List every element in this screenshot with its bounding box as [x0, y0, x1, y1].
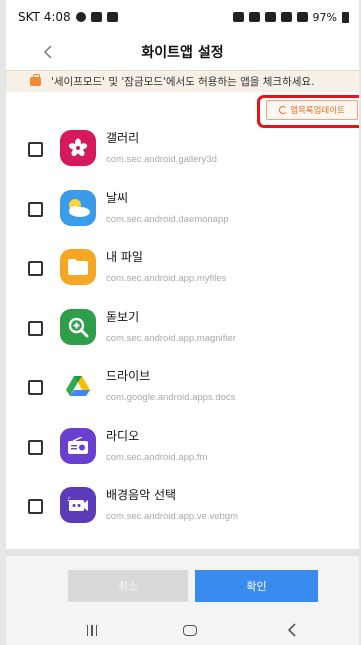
app-text: 날씨 com.sec.android.daemonapp [106, 190, 229, 227]
app-row[interactable]: 돋보기 com.sec.android.app.magnifier [6, 299, 359, 359]
app-package: com.sec.android.app.fm [106, 451, 208, 463]
radio-icon [60, 427, 96, 464]
app-text: 갤러리 com.sec.android.gallery3d [106, 130, 217, 167]
drive-icon [60, 368, 96, 404]
app-package: com.sec.android.gallery3d [106, 154, 217, 165]
briefcase-icon [30, 74, 41, 86]
status-left: SKT 4:08 [18, 10, 118, 24]
svg-text:♪: ♪ [67, 496, 71, 503]
signal-icon [296, 12, 308, 22]
battery-percent: 97% [312, 10, 337, 24]
list-divider [6, 549, 359, 556]
app-text: 드라이브 com.google.android.apps.docs [106, 368, 235, 405]
app-checkbox[interactable] [28, 439, 43, 455]
app-checkbox[interactable] [28, 320, 43, 336]
magnifier-icon [60, 308, 96, 345]
app-header: 화이트앱 설정 [6, 34, 359, 70]
bgm-icon: ♪ [60, 487, 96, 523]
app-package: com.sec.android.daemonapp [106, 213, 229, 225]
status-right: 97% [232, 10, 349, 24]
app-row[interactable]: 갤러리 com.sec.android.gallery3d [6, 120, 359, 180]
app-name: 갤러리 [106, 131, 140, 145]
notice-text: '세이프모드' 및 '잠금모드'에서도 허용하는 앱을 체크하세요. [51, 76, 315, 88]
chevron-left-icon [43, 45, 52, 59]
bottom-action-bar: 취소 확인 [6, 556, 359, 616]
app-text: 라디오 com.sec.android.app.fm [106, 428, 207, 465]
back-button[interactable] [36, 40, 60, 64]
app-row[interactable]: 라디오 com.sec.android.app.fm [6, 418, 359, 478]
app-checkbox[interactable] [28, 499, 43, 514]
navigation-bar [6, 616, 359, 645]
folder-icon [60, 249, 96, 285]
app-checkbox[interactable] [28, 201, 43, 217]
app-row[interactable]: 날씨 com.sec.android.daemonapp [6, 180, 359, 240]
app-package: com.sec.android.app.myfiles [106, 273, 227, 284]
app-text: 내 파일 com.sec.android.app.myfiles [106, 249, 226, 286]
home-button[interactable] [178, 620, 202, 640]
back-icon [287, 623, 296, 637]
page-title: 화이트앱 설정 [141, 45, 224, 61]
app-name: 내 파일 [106, 250, 143, 264]
mute-icon [264, 12, 276, 22]
app-package: com.sec.android.app.magnifier [106, 332, 236, 344]
notice-banner: '세이프모드' 및 '잠금모드'에서도 허용하는 앱을 체크하세요. [6, 70, 359, 92]
app-package: com.sec.android.app.ve.vebgm [106, 511, 239, 522]
app-name: 날씨 [106, 190, 129, 205]
app-name: 돋보기 [106, 309, 140, 324]
app-name: 라디오 [106, 428, 140, 443]
recent-apps-icon [86, 624, 98, 636]
app-checkbox[interactable] [28, 380, 43, 395]
recent-apps-button[interactable] [80, 620, 104, 640]
image-notification-icon [90, 12, 102, 22]
refresh-icon [279, 106, 288, 114]
app-text: 돋보기 com.sec.android.app.magnifier [106, 309, 236, 346]
wifi-icon [280, 12, 292, 22]
app-checkbox[interactable] [28, 261, 43, 276]
lock-icon [232, 12, 244, 22]
mail-notification-icon [106, 12, 118, 22]
app-text: 배경음악 선택 com.sec.android.app.ve.vebgm [106, 487, 238, 524]
carrier-time: SKT 4:08 [18, 10, 71, 24]
nav-back-button[interactable] [280, 620, 304, 640]
confirm-button[interactable]: 확인 [195, 570, 318, 602]
app-name: 배경음악 선택 [106, 488, 177, 502]
battery-icon [342, 11, 349, 23]
home-icon [183, 624, 197, 636]
update-button-label: 앱목록업데이트 [290, 106, 345, 116]
weather-icon [60, 189, 96, 226]
chat-notification-icon [75, 12, 86, 22]
nfc-icon [248, 12, 260, 22]
app-list: 갤러리 com.sec.android.gallery3d 날씨 com.sec.an… [6, 120, 359, 550]
app-name: 드라이브 [106, 369, 151, 383]
cancel-button[interactable]: 취소 [68, 570, 188, 602]
app-package: com.google.android.apps.docs [106, 392, 236, 403]
app-row[interactable]: ♪ 배경음악 선택 com.sec.android.app.ve.vebgm [6, 477, 359, 537]
app-row[interactable]: 드라이브 com.google.android.apps.docs [6, 358, 359, 418]
update-app-list-button[interactable]: 앱목록업데이트 [266, 100, 358, 120]
app-row[interactable]: 내 파일 com.sec.android.app.myfiles [6, 239, 359, 299]
phone-screen: SKT 4:08 97% 화이트앱 설정 '세이프모드' 및 '잠금모드'에서도… [0, 0, 361, 645]
app-checkbox[interactable] [28, 142, 43, 157]
status-bar: SKT 4:08 97% [6, 0, 359, 34]
gallery-icon [60, 130, 96, 166]
